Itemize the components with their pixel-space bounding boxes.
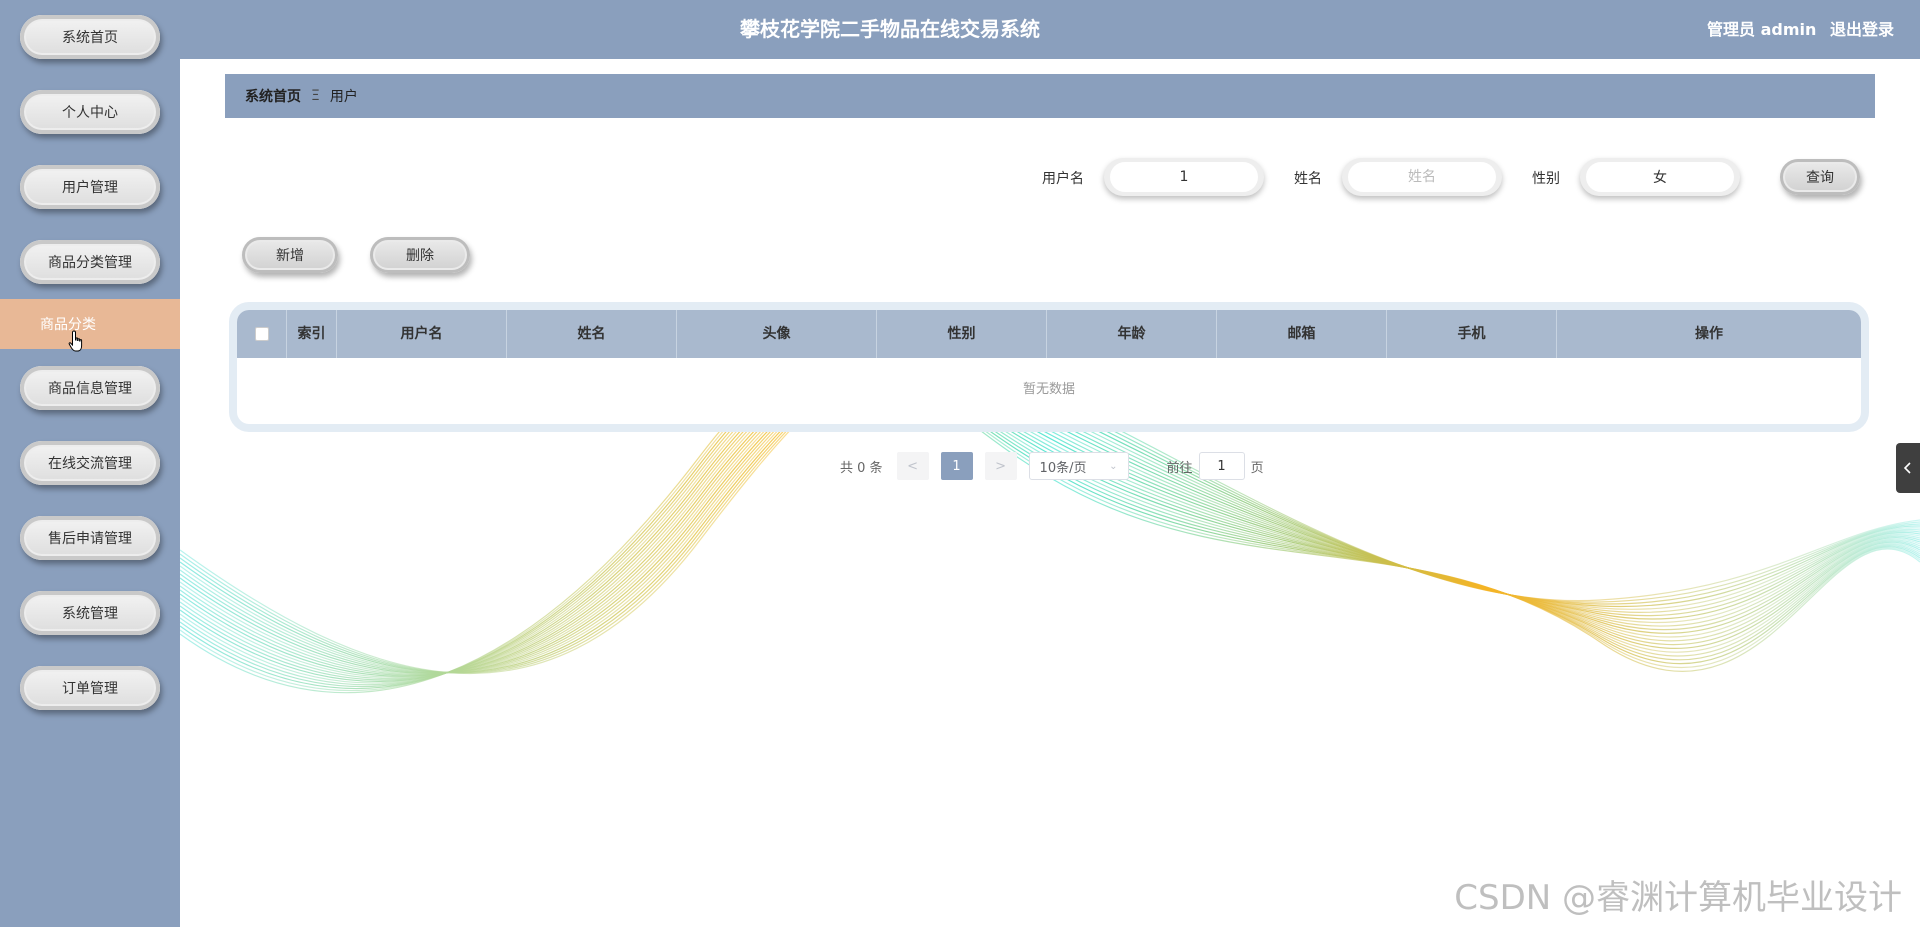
pagination-total: 共 0 条	[840, 460, 883, 476]
username-input[interactable]	[1110, 162, 1258, 192]
add-button[interactable]: 新增	[242, 237, 338, 273]
sidebar-item-category-management[interactable]: 商品分类管理	[20, 240, 160, 284]
sidebar-item-label: 售后申请管理	[48, 531, 132, 547]
username-input-wrapper	[1104, 158, 1264, 196]
header-user-area: 管理员 admin 退出登录	[1699, 0, 1894, 59]
column-header-actions: 操作	[1695, 326, 1723, 342]
chevron-down-icon: ⌄	[1109, 460, 1118, 472]
sidebar-item-aftersale-management[interactable]: 售后申请管理	[20, 516, 160, 560]
sidebar-item-label: 商品分类管理	[48, 255, 132, 271]
column-header-index: 索引	[287, 310, 337, 358]
goto-label: 前往	[1166, 460, 1193, 476]
csdn-watermark: CSDN @睿渊计算机毕业设计	[1454, 878, 1902, 918]
sidebar-item-order-management[interactable]: 订单管理	[20, 666, 160, 710]
next-page-button[interactable]: >	[984, 452, 1017, 480]
username-label: 用户名	[1042, 171, 1084, 187]
column-header-gender: 性别	[877, 310, 1047, 358]
sidebar-item-label: 商品信息管理	[48, 381, 132, 397]
breadcrumb-separator-icon: Ξ	[311, 88, 320, 104]
sidebar-item-label: 系统管理	[62, 606, 118, 622]
column-header-avatar: 头像	[677, 310, 877, 358]
sidebar: 系统首页 个人中心 用户管理 商品分类管理 商品分类 商品信息管理 在线交流管理…	[0, 0, 180, 927]
gender-input[interactable]	[1586, 162, 1734, 192]
chevron-left-icon	[1903, 462, 1911, 474]
sidebar-item-system-management[interactable]: 系统管理	[20, 591, 160, 635]
logout-link[interactable]: 退出登录	[1830, 20, 1894, 39]
gender-label: 性别	[1532, 171, 1560, 187]
column-header-name: 姓名	[507, 310, 677, 358]
side-panel-toggle[interactable]	[1896, 443, 1920, 493]
select-all-checkbox[interactable]	[254, 327, 269, 341]
sidebar-item-user-management[interactable]: 用户管理	[20, 165, 160, 209]
sidebar-item-label: 用户管理	[62, 180, 118, 196]
page-suffix-label: 页	[1250, 460, 1264, 476]
column-header-username: 用户名	[337, 310, 507, 358]
delete-button[interactable]: 删除	[370, 237, 470, 273]
page-size-select[interactable]: 10条/页 ⌄	[1028, 452, 1129, 480]
sidebar-item-product-management[interactable]: 商品信息管理	[20, 366, 160, 410]
breadcrumb-current: 用户	[329, 89, 358, 105]
sidebar-item-home[interactable]: 系统首页	[20, 15, 160, 59]
table-empty-text: 暂无数据	[1022, 382, 1075, 397]
page-size-value: 10条/页	[1039, 460, 1087, 476]
top-header: 攀枝花学院二手物品在线交易系统 管理员 admin 退出登录	[180, 0, 1920, 59]
decorative-waves	[180, 420, 1920, 694]
sidebar-item-label: 个人中心	[62, 105, 118, 121]
name-label: 姓名	[1294, 171, 1322, 187]
sidebar-item-label: 在线交流管理	[48, 456, 132, 472]
page-title: 攀枝花学院二手物品在线交易系统	[740, 17, 1040, 41]
breadcrumb: 系统首页 Ξ 用户	[225, 74, 1875, 118]
query-button[interactable]: 查询	[1780, 159, 1860, 195]
sidebar-item-personal-center[interactable]: 个人中心	[20, 90, 160, 134]
gender-input-wrapper	[1580, 158, 1740, 196]
sidebar-item-label: 系统首页	[62, 30, 118, 46]
column-header-age: 年龄	[1047, 310, 1217, 358]
hand-cursor-icon	[68, 330, 83, 352]
pagination: 共 0 条 < 1 > 10条/页 ⌄ 前往 1 页	[840, 452, 1264, 480]
table-header: 索引 用户名 姓名 头像 性别 年龄 邮箱 手机 操作	[237, 310, 1861, 358]
user-table: 索引 用户名 姓名 头像 性别 年龄 邮箱 手机 操作 暂无数据	[229, 302, 1869, 432]
page-number-button[interactable]: 1	[940, 452, 973, 480]
goto-page-input[interactable]: 1	[1198, 452, 1245, 480]
sidebar-item-category[interactable]: 商品分类	[0, 299, 180, 349]
select-all-checkbox-cell	[237, 310, 287, 358]
name-input[interactable]	[1348, 162, 1496, 192]
sidebar-item-chat-management[interactable]: 在线交流管理	[20, 441, 160, 485]
sidebar-item-label: 订单管理	[62, 681, 118, 697]
prev-page-button[interactable]: <	[896, 452, 929, 480]
column-header-email: 邮箱	[1217, 310, 1387, 358]
column-header-phone: 手机	[1387, 310, 1557, 358]
admin-user-label: 管理员 admin	[1707, 20, 1817, 39]
name-input-wrapper	[1342, 158, 1502, 196]
breadcrumb-home[interactable]: 系统首页	[245, 86, 301, 106]
